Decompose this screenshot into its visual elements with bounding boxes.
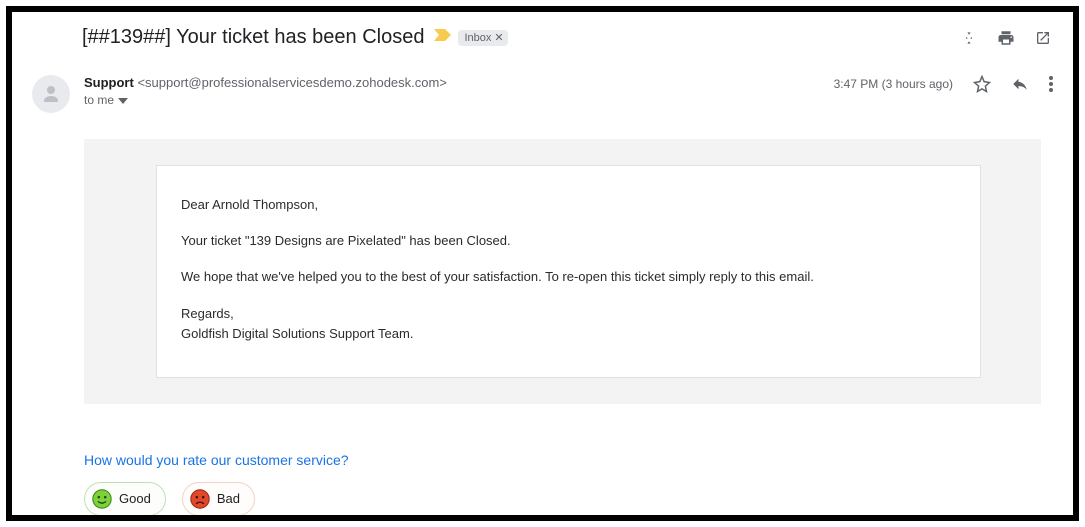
recipient-text: to me	[84, 93, 114, 107]
timestamp: 3:47 PM (3 hours ago)	[834, 77, 953, 91]
sender-name: Support	[84, 75, 134, 90]
rating-good-label: Good	[119, 491, 151, 506]
rating-bad-label: Bad	[217, 491, 240, 506]
smile-icon	[91, 488, 113, 510]
sender-email: <support@professionalservicesdemo.zohode…	[137, 75, 446, 90]
body-greeting: Dear Arnold Thompson,	[181, 196, 956, 214]
important-marker-icon[interactable]	[434, 28, 452, 47]
star-icon[interactable]	[973, 75, 991, 93]
body-line2: We hope that we've helped you to the bes…	[181, 268, 956, 286]
print-icon[interactable]	[997, 29, 1015, 47]
body-line1: Your ticket "139 Designs are Pixelated" …	[181, 232, 956, 250]
chevron-down-icon	[118, 93, 128, 107]
rating-bad-button[interactable]: Bad	[182, 482, 255, 516]
rating-good-button[interactable]: Good	[84, 482, 166, 516]
inbox-label-text: Inbox	[464, 31, 491, 45]
collapse-icon[interactable]	[961, 30, 977, 46]
close-icon[interactable]: ✕	[494, 31, 503, 45]
more-icon[interactable]	[1049, 76, 1053, 92]
sender-avatar	[32, 75, 70, 113]
email-body-card: Dear Arnold Thompson, Your ticket "139 D…	[156, 165, 981, 378]
frown-icon	[189, 488, 211, 510]
body-regards: Regards,	[181, 305, 956, 323]
open-new-window-icon[interactable]	[1035, 30, 1051, 46]
reply-icon[interactable]	[1011, 75, 1029, 93]
sender-line: Support <support@professionalservicesdem…	[84, 75, 834, 90]
inbox-label-chip[interactable]: Inbox ✕	[458, 30, 507, 46]
email-body-area: Dear Arnold Thompson, Your ticket "139 D…	[84, 139, 1041, 404]
rating-question: How would you rate our customer service?	[84, 452, 1073, 468]
email-subject: [##139##] Your ticket has been Closed	[82, 26, 424, 49]
body-team: Goldfish Digital Solutions Support Team.	[181, 325, 956, 343]
recipient-dropdown[interactable]: to me	[84, 93, 834, 107]
